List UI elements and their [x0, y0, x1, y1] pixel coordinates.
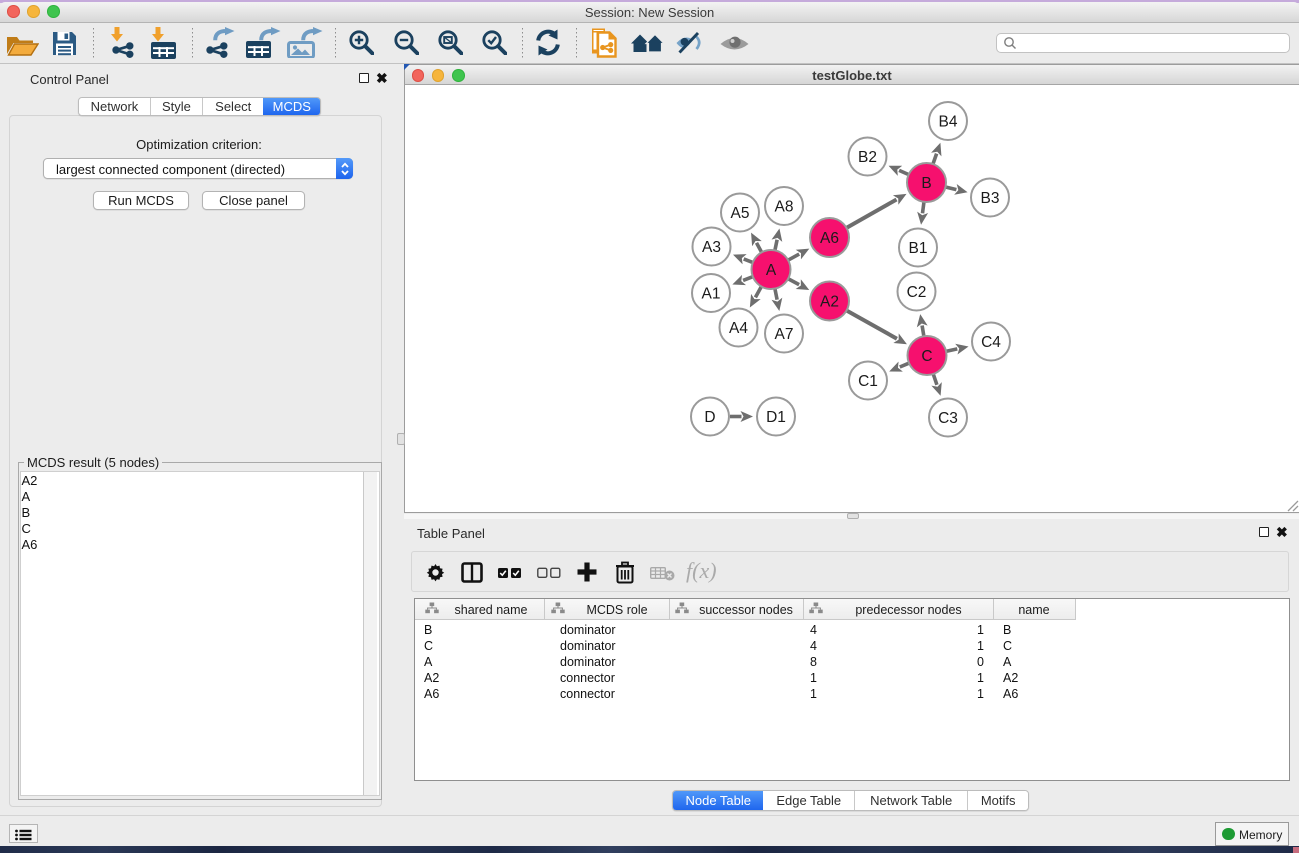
svg-text:B2: B2 — [858, 149, 877, 166]
svg-text:C1: C1 — [858, 373, 878, 390]
svg-text:D1: D1 — [766, 409, 786, 426]
svg-text:D: D — [704, 409, 715, 426]
svg-text:A5: A5 — [731, 205, 750, 222]
svg-text:A: A — [766, 262, 777, 279]
svg-text:C: C — [921, 348, 932, 365]
svg-text:C2: C2 — [907, 284, 927, 301]
svg-text:B3: B3 — [981, 190, 1000, 207]
svg-text:A2: A2 — [820, 294, 839, 311]
svg-text:B1: B1 — [909, 240, 928, 257]
svg-text:C3: C3 — [938, 410, 958, 427]
svg-text:C4: C4 — [981, 334, 1001, 351]
svg-text:A6: A6 — [820, 230, 839, 247]
svg-text:A4: A4 — [729, 320, 748, 337]
svg-text:A7: A7 — [775, 326, 794, 343]
svg-text:B: B — [921, 175, 931, 192]
svg-text:A8: A8 — [775, 199, 794, 216]
svg-text:A3: A3 — [702, 239, 721, 256]
svg-text:A1: A1 — [702, 286, 721, 303]
svg-text:B4: B4 — [939, 114, 958, 131]
